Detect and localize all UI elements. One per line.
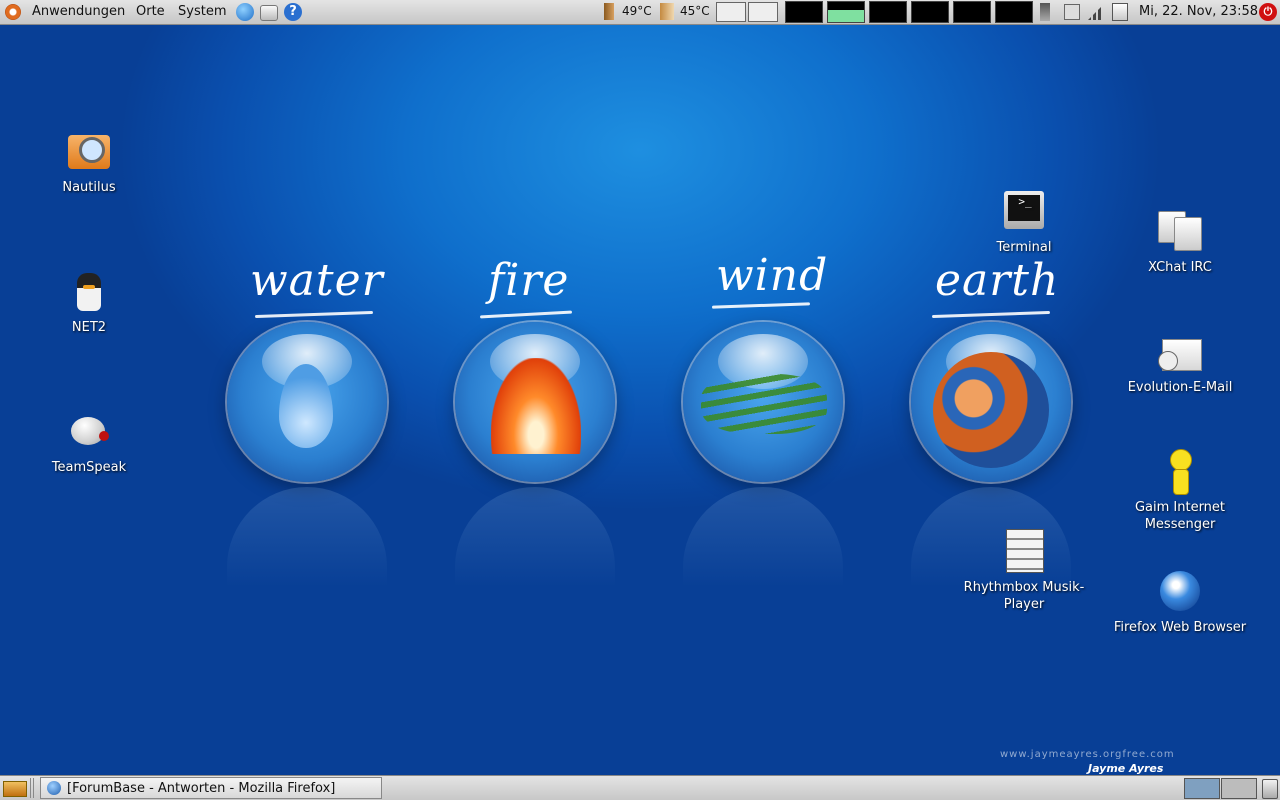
workspace-2-icon[interactable] <box>748 2 778 22</box>
folder-search-icon <box>65 129 113 177</box>
earth-globe-icon <box>933 352 1049 468</box>
taskbar-button-label: [ForumBase - Antworten - Mozilla Firefox… <box>67 781 336 796</box>
desktop-icon-terminal[interactable]: >_ Terminal <box>954 189 1094 256</box>
desktop-icon-net2[interactable]: NET2 <box>19 269 159 336</box>
wallpaper-brand: Jayme Ayres <box>1088 762 1164 775</box>
network-applet-icon[interactable] <box>1064 4 1080 20</box>
water-orb <box>227 322 387 482</box>
desktop-icon-label: Gaim Internet Messenger <box>1134 500 1226 532</box>
wallpaper-underline-earth <box>931 310 1051 319</box>
desktop-icon-label: Rhythmbox Musik-Player <box>963 580 1085 612</box>
gaim-person-icon <box>1156 449 1204 497</box>
desktop-icon-label: Terminal <box>996 240 1052 255</box>
earth-orb <box>911 322 1071 482</box>
wallpaper-underline-fire <box>479 310 573 319</box>
shutdown-icon[interactable]: ⏻ <box>1259 3 1277 21</box>
load-monitor <box>953 1 991 23</box>
wallpaper-underline-wind <box>711 302 811 309</box>
desktop-icon-teamspeak[interactable]: TeamSpeak <box>19 409 159 476</box>
wind-orb-reflection <box>683 487 843 587</box>
desktop-icon-label: XChat IRC <box>1148 260 1212 275</box>
ubuntu-logo-icon[interactable] <box>5 4 21 20</box>
water-orb-reflection <box>227 487 387 587</box>
desktop-icon-label: TeamSpeak <box>51 460 127 475</box>
wallpaper-watermark: www.jaymeayres.orgfree.com <box>1000 749 1175 760</box>
show-desktop-icon[interactable] <box>3 781 27 797</box>
terminal-icon: >_ <box>1000 189 1048 237</box>
top-panel: Anwendungen Orte System ? 49°C 45°C Mi, … <box>0 0 1280 25</box>
wind-waves-icon <box>701 374 827 434</box>
swap-monitor <box>911 1 949 23</box>
flame-icon <box>491 358 581 454</box>
globe-icon <box>1156 569 1204 617</box>
cpu-temp: 49°C <box>622 4 652 18</box>
chat-bubbles-icon <box>1156 209 1204 257</box>
taskbar-button-firefox[interactable]: [ForumBase - Antworten - Mozilla Firefox… <box>40 777 382 799</box>
teamspeak-icon <box>65 409 113 457</box>
panel-handle[interactable] <box>30 778 36 798</box>
firefox-task-icon <box>47 781 61 795</box>
update-notifier-icon[interactable] <box>1112 3 1128 21</box>
desktop-icon-gaim[interactable]: Gaim Internet Messenger <box>1110 449 1250 533</box>
mail-envelope-icon <box>1156 329 1204 377</box>
desktop-icon-rhythmbox[interactable]: Rhythmbox Musik-Player <box>954 529 1094 613</box>
wallpaper-title-wind: wind <box>716 250 829 301</box>
net2-app-icon <box>65 269 113 317</box>
wallpaper-title-water: water <box>250 255 384 306</box>
signal-bars-icon[interactable] <box>1088 4 1104 20</box>
desktop-icon-label: Firefox Web Browser <box>1113 620 1247 635</box>
desktop-icon-xchat[interactable]: XChat IRC <box>1110 209 1250 276</box>
panel-clock[interactable]: Mi, 22. Nov, 23:58 <box>1139 4 1258 19</box>
web-browser-launcher-icon[interactable] <box>236 3 254 21</box>
workspace-switcher-1[interactable] <box>1184 778 1220 799</box>
hdd-temp-icon <box>660 3 674 20</box>
power-plug-icon[interactable] <box>1040 3 1050 21</box>
wallpaper-underline-water <box>254 310 374 319</box>
rhythmbox-stereo-icon <box>1000 529 1048 577</box>
bottom-panel: [ForumBase - Antworten - Mozilla Firefox… <box>0 775 1280 800</box>
memory-monitor <box>827 1 865 23</box>
wallpaper-title-fire: fire <box>488 255 570 306</box>
mail-launcher-icon[interactable] <box>260 5 278 21</box>
desktop-icon-label: Nautilus <box>62 180 116 195</box>
cpu-temp-icon <box>604 3 614 20</box>
hdd-temp: 45°C <box>680 4 710 18</box>
cpu-monitor <box>785 1 823 23</box>
desktop-icon-firefox[interactable]: Firefox Web Browser <box>1110 569 1250 636</box>
desktop-icon-label: NET2 <box>71 320 107 335</box>
desktop-icon-evolution[interactable]: Evolution-E-Mail <box>1110 329 1250 396</box>
wallpaper-title-earth: earth <box>935 255 1060 306</box>
desktop-icon-label: Evolution-E-Mail <box>1127 380 1233 395</box>
help-icon[interactable]: ? <box>284 3 302 21</box>
network-monitor <box>869 1 907 23</box>
disk-monitor <box>995 1 1033 23</box>
workspace-1-icon[interactable] <box>716 2 746 22</box>
menu-places[interactable]: Orte <box>136 4 165 19</box>
menu-applications[interactable]: Anwendungen <box>32 4 125 19</box>
fire-orb <box>455 322 615 482</box>
menu-system[interactable]: System <box>178 4 226 19</box>
trash-icon[interactable] <box>1262 779 1278 799</box>
workspace-switcher-2[interactable] <box>1221 778 1257 799</box>
desktop-icon-nautilus[interactable]: Nautilus <box>19 129 159 196</box>
fire-orb-reflection <box>455 487 615 587</box>
wind-orb <box>683 322 843 482</box>
